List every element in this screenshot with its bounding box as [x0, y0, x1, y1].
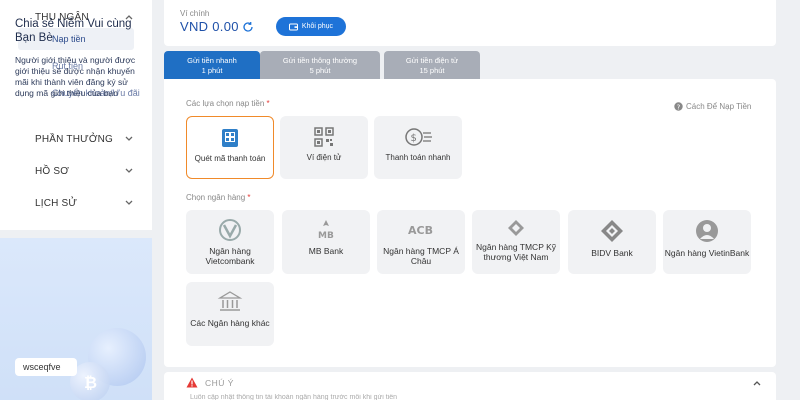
- required-mark: *: [266, 99, 270, 108]
- fast-payment-icon: $: [405, 128, 432, 146]
- svg-text:MB: MB: [318, 231, 334, 241]
- option-qr-scan[interactable]: Quét mã thanh toán: [186, 116, 274, 179]
- chevron-up-icon[interactable]: [752, 379, 762, 387]
- notice-text: Luôn cập nhật thông tin tài khoản ngân h…: [190, 394, 397, 400]
- tab-title: Gửi tiền thông thường: [282, 56, 358, 65]
- wallet-icon: [288, 23, 298, 30]
- acb-logo: ACB: [408, 224, 433, 237]
- bitcoin-icon: ₿: [84, 373, 97, 392]
- chevron-down-icon: [125, 200, 133, 205]
- qr-code-icon: [314, 127, 334, 147]
- svg-text:₿: ₿: [84, 373, 97, 392]
- svg-text:ACB: ACB: [408, 224, 433, 237]
- tab-title: Gửi tiền điện tử: [405, 56, 459, 65]
- tab-normal-deposit[interactable]: Gửi tiền thông thường 5 phút: [260, 51, 380, 79]
- techcombank-logo: [508, 220, 524, 236]
- bank-techcombank[interactable]: Ngân hàng TMCP Kỹ thương Việt Nam: [472, 210, 560, 274]
- bank-acb[interactable]: ACB Ngân hàng TMCP Á Châu: [377, 210, 465, 274]
- nav-section-label: PHẦN THƯỞNG: [35, 133, 114, 145]
- nav-section-history[interactable]: LỊCH SỬ: [0, 191, 152, 215]
- tab-duration: 5 phút: [309, 66, 331, 75]
- option-fast-payment[interactable]: $ Thanh toán nhanh: [374, 116, 462, 179]
- tab-duration: 15 phút: [419, 66, 445, 75]
- bank-label: MB Bank: [308, 246, 344, 256]
- restore-button[interactable]: Khôi phục: [276, 17, 346, 36]
- option-label: Ví điện tử: [306, 153, 342, 162]
- option-label: Quét mã thanh toán: [194, 154, 266, 163]
- choose-bank-label: Chọn ngân hàng *: [186, 193, 251, 202]
- promo-title: Chia sẻ Niềm Vui cùng Bạn Bè: [15, 18, 132, 44]
- tab-duration: 1 phút: [201, 66, 223, 75]
- bank-other[interactable]: Các Ngân hàng khác: [186, 282, 274, 346]
- nav-section-rewards[interactable]: PHẦN THƯỞNG: [0, 127, 152, 151]
- tab-title: Gửi tiền nhanh: [187, 56, 237, 65]
- chevron-down-icon: [125, 136, 133, 141]
- required-mark: *: [247, 193, 251, 202]
- option-label: Thanh toán nhanh: [385, 153, 451, 162]
- bank-label: Ngân hàng TMCP Kỹ thương Việt Nam: [475, 242, 556, 262]
- bank-label: Ngân hàng TMCP Á Châu: [383, 246, 459, 266]
- option-e-wallet[interactable]: Ví điện tử: [280, 116, 368, 179]
- bank-mbbank[interactable]: MB MB Bank: [282, 210, 370, 274]
- nav-section-profile[interactable]: HỒ SƠ: [0, 159, 152, 183]
- help-label: Cách Để Nạp Tiền: [686, 102, 752, 111]
- bank-vietinbank[interactable]: Ngân hàng VietinBank: [663, 210, 751, 274]
- referral-code[interactable]: wsceqfve: [15, 358, 77, 376]
- refresh-icon[interactable]: [242, 21, 254, 33]
- bank-building-icon: [217, 291, 243, 311]
- section-label-text: Chọn ngân hàng: [186, 193, 246, 202]
- how-to-deposit-link[interactable]: ? Cách Để Nạp Tiền: [674, 102, 751, 111]
- deposit-options-label: Các lựa chọn nạp tiền *: [186, 99, 270, 108]
- warning-icon: [186, 377, 198, 388]
- bank-label: Ngân hàng VietinBank: [664, 248, 750, 258]
- section-label-text: Các lựa chọn nạp tiền: [186, 99, 265, 108]
- wallet-balance: VND 0.00: [180, 19, 239, 34]
- nav-section-label: LỊCH SỬ: [35, 197, 78, 209]
- qr-scan-icon: [222, 129, 238, 147]
- nav-section-label: HỒ SƠ: [35, 165, 70, 177]
- chevron-down-icon: [125, 168, 133, 173]
- vietcombank-logo: [219, 219, 241, 241]
- bank-bidv[interactable]: BIDV Bank: [568, 210, 656, 274]
- tab-crypto-deposit[interactable]: Gửi tiền điện tử 15 phút: [384, 51, 480, 79]
- bank-vietcombank[interactable]: Ngân hàng Vietcombank: [186, 210, 274, 274]
- notice-title: CHÚ Ý: [205, 378, 234, 388]
- bidv-logo: [601, 220, 623, 242]
- bank-label: BIDV Bank: [591, 248, 633, 258]
- wallet-label: Ví chính: [180, 9, 210, 18]
- bank-label: Ngân hàng Vietcombank: [205, 246, 255, 266]
- vietinbank-logo: [696, 220, 718, 242]
- mbbank-logo: MB: [318, 220, 334, 241]
- svg-text:$: $: [411, 133, 417, 144]
- question-icon: ?: [674, 102, 683, 111]
- tab-fast-deposit[interactable]: Gửi tiền nhanh 1 phút: [164, 51, 260, 79]
- svg-text:?: ?: [677, 103, 681, 111]
- bank-label: Các Ngân hàng khác: [190, 318, 270, 328]
- restore-label: Khôi phục: [301, 23, 334, 30]
- wallet-card: [164, 0, 776, 46]
- promo-description: Người giới thiệu và người được giới thiệ…: [15, 55, 136, 98]
